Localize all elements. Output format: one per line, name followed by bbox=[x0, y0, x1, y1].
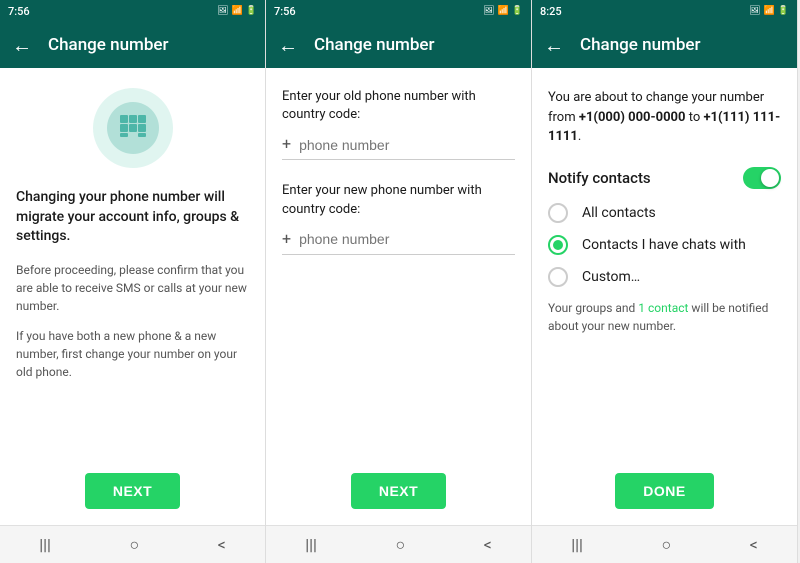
groups-info: Your groups and 1 contact will be notifi… bbox=[548, 299, 781, 335]
screen1: 7:56 🖼 📶 🔋 ← Change number bbox=[0, 0, 266, 563]
radio-custom-circle bbox=[548, 267, 568, 287]
screen2-bottom: NEXT bbox=[266, 473, 531, 525]
back-button-1[interactable]: ← bbox=[12, 33, 32, 58]
image-icon-1: 🖼 bbox=[217, 6, 228, 16]
signal-icon-1: 📶 bbox=[232, 6, 243, 16]
status-icons-1: 🖼 📶 🔋 bbox=[217, 6, 257, 16]
nav-back-1[interactable]: < bbox=[218, 535, 226, 554]
nav-bar-1: ||| ○ < bbox=[0, 525, 265, 563]
top-bar-title-1: Change number bbox=[48, 35, 169, 55]
status-time-1: 7:56 bbox=[8, 5, 30, 18]
status-time-2: 7:56 bbox=[274, 5, 296, 18]
back-button-2[interactable]: ← bbox=[278, 33, 298, 58]
battery-icon-1: 🔋 bbox=[246, 6, 257, 16]
nav-menu-2[interactable]: ||| bbox=[305, 535, 317, 554]
radio-all-contacts[interactable]: All contacts bbox=[548, 203, 781, 223]
nav-home-3[interactable]: ○ bbox=[661, 535, 671, 555]
screen3: 8:25 🖼 📶 🔋 ← Change number You are about… bbox=[532, 0, 798, 563]
image-icon-3: 🖼 bbox=[749, 6, 760, 16]
phone-grid-icon bbox=[118, 113, 148, 143]
radio-chats-label: Contacts I have chats with bbox=[582, 237, 746, 253]
notify-toggle[interactable] bbox=[743, 167, 781, 189]
icon-area bbox=[16, 88, 249, 168]
status-icons-2: 🖼 📶 🔋 bbox=[483, 6, 523, 16]
old-phone-input-row: + bbox=[282, 134, 515, 160]
screen1-main-text: Changing your phone number will migrate … bbox=[16, 188, 249, 247]
screen1-content: Changing your phone number will migrate … bbox=[0, 68, 265, 473]
radio-all-circle bbox=[548, 203, 568, 223]
notify-contacts-label: Notify contacts bbox=[548, 169, 651, 187]
battery-icon-2: 🔋 bbox=[512, 6, 523, 16]
change-number-info: You are about to change your number from… bbox=[548, 88, 781, 147]
contact-link[interactable]: 1 contact bbox=[638, 301, 688, 315]
notify-row: Notify contacts bbox=[548, 167, 781, 189]
radio-all-label: All contacts bbox=[582, 205, 656, 221]
plus-sign-old: + bbox=[282, 134, 291, 155]
nav-home-2[interactable]: ○ bbox=[395, 535, 405, 555]
radio-chats-circle bbox=[548, 235, 568, 255]
done-button[interactable]: DONE bbox=[615, 473, 713, 509]
nav-menu-3[interactable]: ||| bbox=[571, 535, 583, 554]
plus-sign-new: + bbox=[282, 229, 291, 250]
toggle-dot bbox=[761, 169, 779, 187]
back-button-3[interactable]: ← bbox=[544, 33, 564, 58]
signal-icon-2: 📶 bbox=[498, 6, 509, 16]
status-time-3: 8:25 bbox=[540, 5, 562, 18]
image-icon-2: 🖼 bbox=[483, 6, 494, 16]
radio-custom-label: Custom… bbox=[582, 269, 640, 285]
nav-menu-1[interactable]: ||| bbox=[39, 535, 51, 554]
radio-custom[interactable]: Custom… bbox=[548, 267, 781, 287]
status-bar-3: 8:25 🖼 📶 🔋 bbox=[532, 0, 797, 22]
new-number-label: Enter your new phone number with country… bbox=[282, 182, 515, 218]
new-phone-input[interactable] bbox=[299, 231, 515, 247]
phone-icon-inner bbox=[107, 102, 159, 154]
new-phone-input-row: + bbox=[282, 229, 515, 255]
battery-icon-3: 🔋 bbox=[778, 6, 789, 16]
old-phone-input[interactable] bbox=[299, 137, 515, 153]
screen1-sub-text1: Before proceeding, please confirm that y… bbox=[16, 261, 249, 315]
status-bar-1: 7:56 🖼 📶 🔋 bbox=[0, 0, 265, 22]
to-text: to bbox=[689, 110, 701, 125]
nav-back-2[interactable]: < bbox=[484, 535, 492, 554]
radio-chats-inner bbox=[553, 240, 563, 250]
top-bar-1: ← Change number bbox=[0, 22, 265, 68]
old-number-display: +1(000) 000-0000 bbox=[579, 110, 686, 125]
status-icons-3: 🖼 📶 🔋 bbox=[749, 6, 789, 16]
screen1-bottom: NEXT bbox=[0, 473, 265, 525]
next-button-2[interactable]: NEXT bbox=[351, 473, 446, 509]
nav-home-1[interactable]: ○ bbox=[129, 535, 139, 555]
nav-bar-3: ||| ○ < bbox=[532, 525, 797, 563]
screen3-content: You are about to change your number from… bbox=[532, 68, 797, 473]
old-number-label: Enter your old phone number with country… bbox=[282, 88, 515, 124]
status-bar-2: 7:56 🖼 📶 🔋 bbox=[266, 0, 531, 22]
phone-icon-circle bbox=[93, 88, 173, 168]
next-button-1[interactable]: NEXT bbox=[85, 473, 180, 509]
top-bar-3: ← Change number bbox=[532, 22, 797, 68]
nav-back-3[interactable]: < bbox=[750, 535, 758, 554]
screen3-bottom: DONE bbox=[532, 473, 797, 525]
top-bar-title-2: Change number bbox=[314, 35, 435, 55]
screen1-sub-text2: If you have both a new phone & a new num… bbox=[16, 327, 249, 381]
top-bar-2: ← Change number bbox=[266, 22, 531, 68]
signal-icon-3: 📶 bbox=[764, 6, 775, 16]
screen2: 7:56 🖼 📶 🔋 ← Change number Enter your ol… bbox=[266, 0, 532, 563]
groups-text: Your groups and bbox=[548, 301, 635, 315]
nav-bar-2: ||| ○ < bbox=[266, 525, 531, 563]
top-bar-title-3: Change number bbox=[580, 35, 701, 55]
radio-chats-contacts[interactable]: Contacts I have chats with bbox=[548, 235, 781, 255]
screen2-content: Enter your old phone number with country… bbox=[266, 68, 531, 473]
